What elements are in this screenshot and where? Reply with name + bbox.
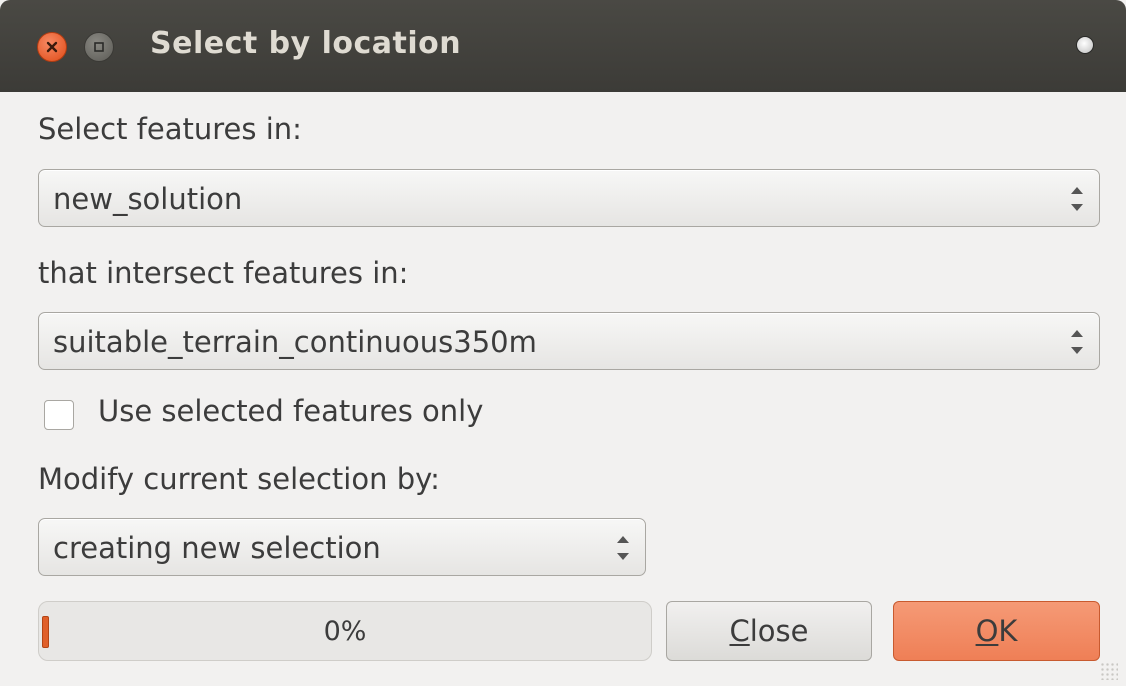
combo-arrows-icon: [1071, 184, 1083, 214]
modify-selection-value: creating new selection: [53, 531, 381, 565]
window-maximize-button[interactable]: [84, 32, 114, 62]
progress-text: 0%: [323, 616, 367, 647]
ok-button[interactable]: OK: [893, 601, 1100, 661]
window-close-button[interactable]: [37, 32, 67, 62]
progress-bar: 0%: [38, 601, 652, 661]
close-mnemonic: C: [729, 614, 750, 648]
modify-selection-combo[interactable]: creating new selection: [38, 518, 646, 576]
use-selected-label[interactable]: Use selected features only: [98, 394, 483, 428]
intersect-features-combo[interactable]: suitable_terrain_continuous350m: [38, 312, 1100, 370]
select-features-label: Select features in:: [38, 112, 302, 146]
combo-arrows-icon: [617, 533, 629, 563]
intersect-features-value: suitable_terrain_continuous350m: [53, 325, 537, 359]
select-features-combo[interactable]: new_solution: [38, 169, 1100, 227]
close-button[interactable]: Close: [666, 601, 872, 661]
close-icon: [46, 41, 58, 53]
title-bar: Select by location: [0, 0, 1126, 92]
use-selected-checkbox[interactable]: [44, 400, 74, 430]
ok-label-rest: K: [998, 614, 1018, 648]
combo-arrows-icon: [1071, 327, 1083, 357]
modify-selection-label: Modify current selection by:: [38, 462, 440, 496]
maximize-icon: [94, 42, 104, 52]
window-menu-icon[interactable]: [1076, 36, 1094, 54]
intersect-features-label: that intersect features in:: [38, 256, 409, 290]
dialog-body: Select features in: new_solution that in…: [0, 92, 1126, 686]
select-features-value: new_solution: [53, 182, 243, 216]
window-title: Select by location: [150, 26, 462, 61]
resize-grip-icon[interactable]: [1100, 662, 1118, 680]
ok-mnemonic: O: [975, 614, 999, 648]
close-label-rest: lose: [749, 614, 809, 648]
